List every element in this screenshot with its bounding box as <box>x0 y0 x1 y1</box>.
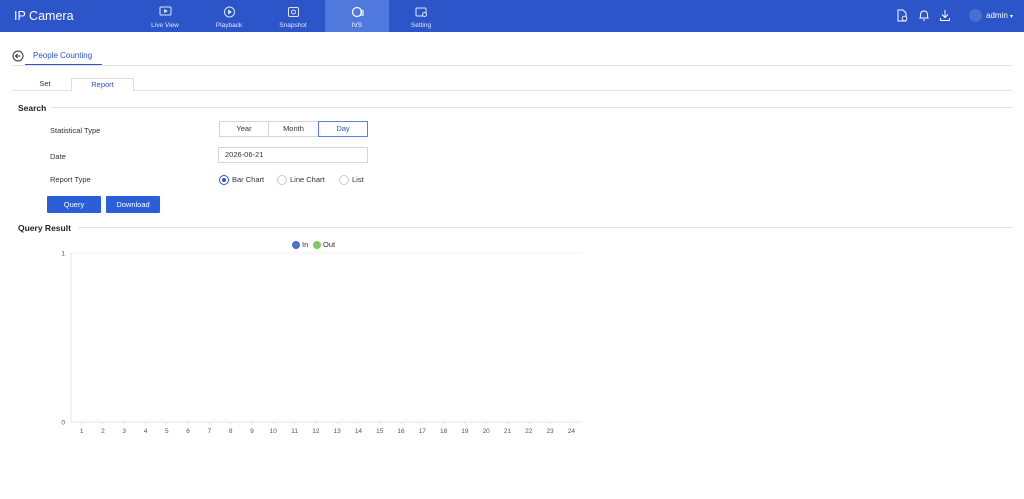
x-tick-label: 15 <box>376 428 384 435</box>
x-tick-label: 5 <box>165 428 169 435</box>
x-tick-label: 13 <box>334 428 342 435</box>
x-tick-label: 1 <box>80 428 84 435</box>
x-tick-label: 3 <box>122 428 126 435</box>
x-tick-label: 17 <box>419 428 427 435</box>
x-tick-label: 22 <box>525 428 533 435</box>
x-tick-label: 23 <box>546 428 554 435</box>
x-tick-label: 21 <box>504 428 512 435</box>
x-tick-label: 4 <box>144 428 148 435</box>
x-tick-label: 8 <box>229 428 233 435</box>
x-tick-label: 9 <box>250 428 254 435</box>
x-tick-label: 24 <box>568 428 576 435</box>
x-tick-label: 7 <box>208 428 212 435</box>
x-tick-label: 10 <box>270 428 278 435</box>
y-tick-label: 1 <box>61 251 65 258</box>
query-result-chart: 011 2 3 4 5 6 7 8 9 10 11 12 13 14 15 16 17 18 19 20 21 22 23 2… <box>61 251 582 435</box>
x-tick-label: 19 <box>461 428 469 435</box>
y-tick-label: 0 <box>61 420 65 427</box>
x-tick-label: 12 <box>312 428 320 435</box>
x-tick-label: 11 <box>291 428 298 435</box>
x-tick-label: 20 <box>483 428 491 435</box>
x-tick-label: 16 <box>397 428 405 435</box>
x-tick-label: 14 <box>355 428 363 435</box>
x-tick-label: 6 <box>186 428 190 435</box>
x-tick-label: 18 <box>440 428 448 435</box>
x-tick-label: 2 <box>101 428 105 435</box>
